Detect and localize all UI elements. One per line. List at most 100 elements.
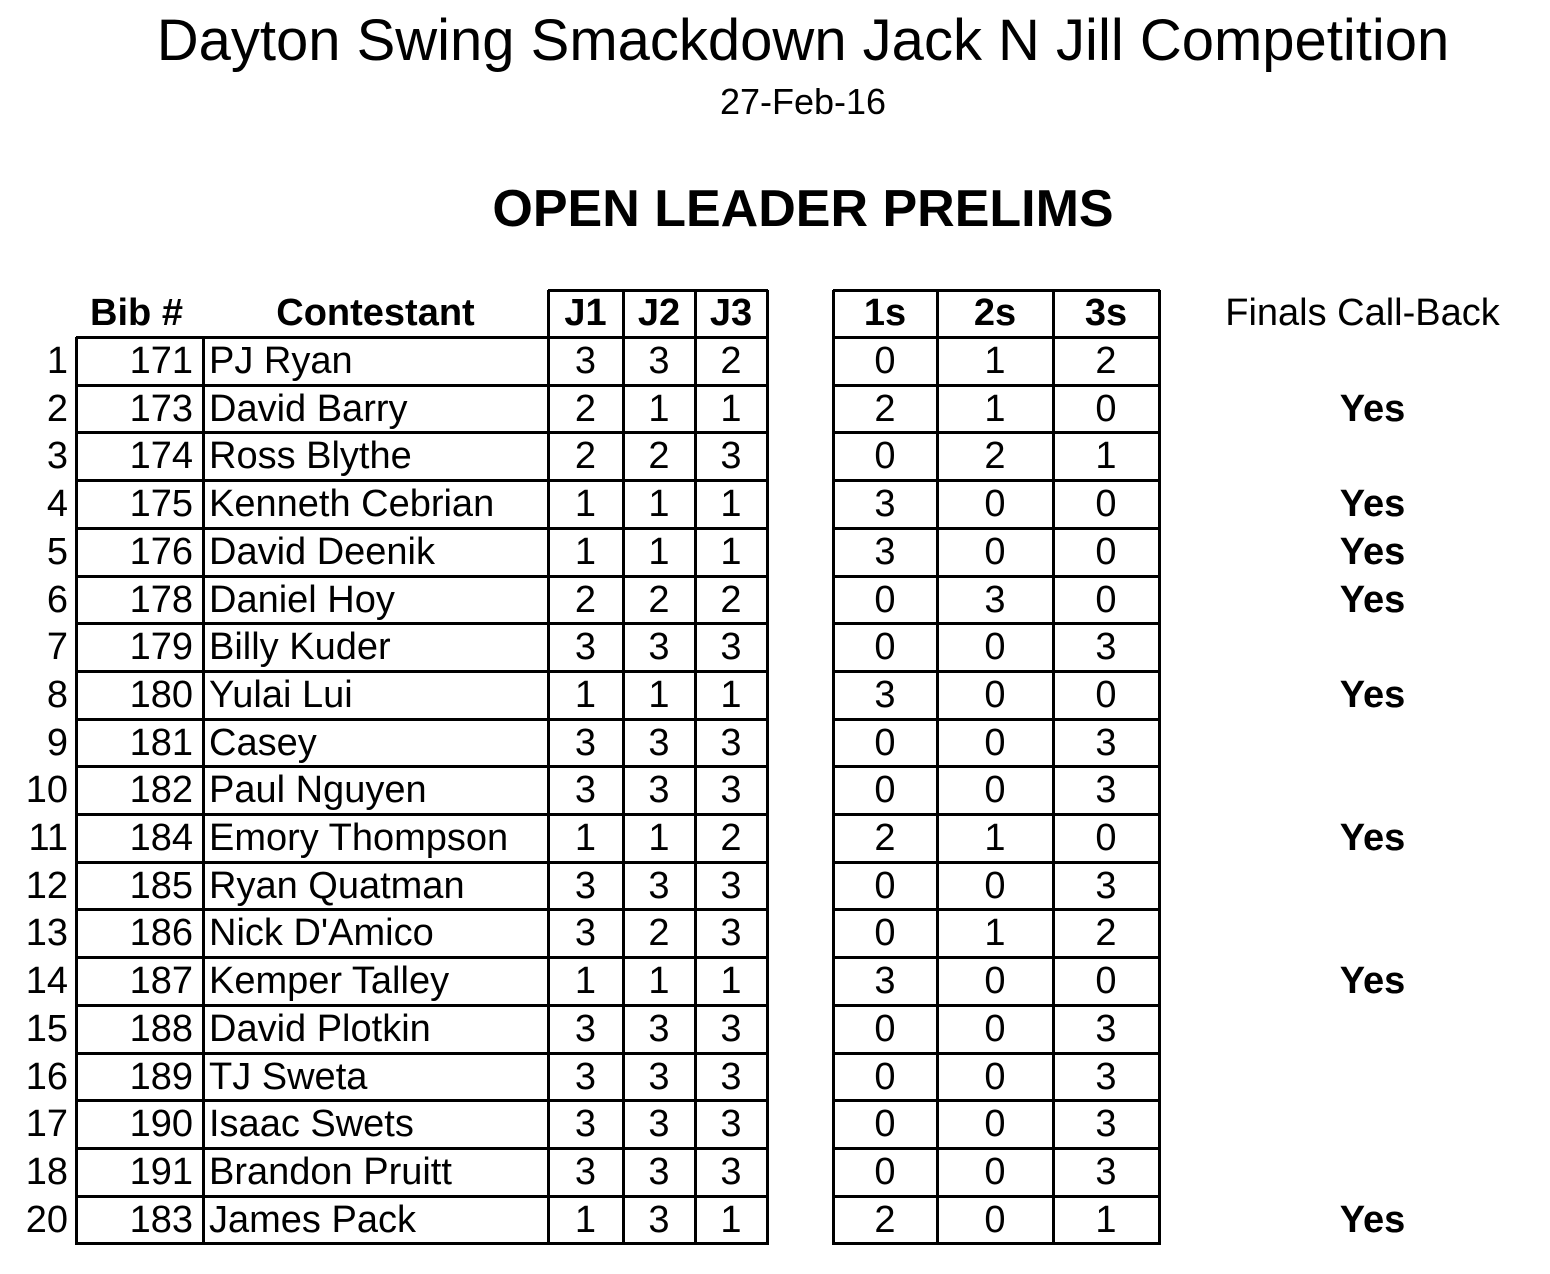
score-j2: 3 (648, 626, 670, 669)
score-j2: 1 (648, 960, 670, 1003)
grid-line (833, 956, 1160, 960)
score-j2: 3 (648, 1055, 670, 1098)
callback-status: Yes (1339, 673, 1406, 716)
bib-number: 174 (129, 435, 193, 478)
row-number: 11 (28, 817, 68, 859)
score-s1: 0 (874, 721, 896, 764)
callback-status: Yes (1339, 483, 1406, 526)
score-j2: 3 (648, 1150, 670, 1193)
score-s3: 3 (1095, 1103, 1117, 1146)
callback-status: Yes (1339, 578, 1406, 621)
grid-line (833, 1194, 1160, 1198)
grid-line (76, 431, 768, 435)
page-title: Dayton Swing Smackdown Jack N Jill Compe… (156, 8, 1450, 73)
score-j1: 1 (574, 1198, 597, 1241)
grid-line (833, 622, 1160, 626)
column-header-twos: 2s (973, 292, 1017, 334)
contestant-name: David Plotkin (209, 1007, 431, 1050)
score-s3: 0 (1095, 960, 1117, 1003)
score-s2: 1 (984, 340, 1006, 382)
bib-number: 182 (129, 769, 193, 812)
grid-line (75, 337, 78, 1246)
score-s3: 1 (1095, 1198, 1117, 1241)
score-j2: 3 (648, 1007, 670, 1050)
score-s1: 0 (874, 912, 896, 955)
row-number: 4 (46, 483, 68, 526)
score-s3: 2 (1095, 340, 1117, 382)
grid-line (833, 813, 1160, 816)
column-header-callback: Finals Call-Back (1225, 292, 1500, 334)
score-j3: 1 (720, 673, 742, 716)
section-title: OPEN LEADER PRELIMS (492, 180, 1114, 238)
contestant-name: Kemper Talley (209, 960, 450, 1003)
score-s2: 0 (984, 626, 1006, 669)
score-j1: 1 (574, 530, 597, 573)
score-j2: 3 (648, 721, 670, 764)
score-j1: 3 (574, 721, 597, 764)
score-j1: 3 (574, 1007, 597, 1050)
score-s2: 0 (984, 530, 1006, 573)
score-j2: 1 (648, 530, 670, 573)
score-s1: 0 (874, 864, 896, 907)
row-number: 12 (25, 864, 68, 907)
score-j3: 1 (720, 483, 742, 526)
score-j3: 3 (720, 1103, 742, 1146)
grid-line (76, 1146, 768, 1150)
score-j1: 3 (574, 626, 597, 669)
score-j3: 3 (720, 626, 742, 669)
score-s1: 0 (874, 435, 896, 478)
callback-status: Yes (1339, 1198, 1406, 1241)
contestant-name: Daniel Hoy (209, 578, 395, 621)
event-date: 27-Feb-16 (719, 81, 887, 122)
score-s2: 0 (984, 1150, 1006, 1193)
contestant-name: Ross Blythe (209, 435, 412, 478)
score-s1: 0 (874, 626, 896, 669)
score-s3: 3 (1095, 1007, 1117, 1050)
score-j2: 3 (648, 769, 670, 812)
score-s2: 0 (984, 864, 1006, 907)
bib-number: 186 (129, 912, 193, 955)
contestant-name: Nick D'Amico (209, 912, 434, 955)
score-s2: 1 (984, 817, 1006, 859)
grid-line (833, 717, 1160, 721)
contestant-name: Yulai Lui (209, 673, 353, 716)
score-j1: 3 (574, 769, 597, 812)
score-s1: 3 (874, 483, 896, 526)
row-number: 16 (25, 1055, 68, 1098)
grid-line (833, 1003, 1160, 1007)
score-s1: 2 (874, 1198, 896, 1241)
score-s3: 1 (1095, 435, 1117, 478)
contestant-name: David Deenik (209, 530, 435, 573)
row-number: 8 (46, 673, 68, 716)
bib-number: 180 (129, 673, 193, 716)
score-j2: 3 (648, 1103, 670, 1146)
score-s2: 0 (984, 1007, 1006, 1050)
row-number: 17 (25, 1103, 68, 1146)
score-j1: 3 (574, 1103, 597, 1146)
grid-line (76, 1003, 768, 1007)
score-s1: 0 (874, 1150, 896, 1193)
bib-number: 187 (129, 960, 193, 1003)
callback-status: Yes (1339, 817, 1406, 859)
row-number: 15 (25, 1007, 68, 1050)
row-number: 1 (46, 340, 68, 382)
grid-line (833, 574, 1160, 578)
grid-line (833, 479, 1160, 483)
contestant-name: Brandon Pruitt (209, 1150, 452, 1193)
bib-number: 185 (129, 864, 193, 907)
row-number: 20 (25, 1198, 68, 1241)
grid-line (548, 289, 768, 292)
grid-line (76, 526, 768, 530)
score-s3: 0 (1095, 387, 1117, 430)
score-s3: 0 (1095, 578, 1117, 621)
score-j3: 1 (720, 387, 742, 430)
score-j2: 3 (648, 1198, 670, 1241)
score-j3: 1 (720, 530, 742, 573)
grid-line (76, 860, 768, 864)
score-j1: 1 (574, 483, 597, 526)
column-header-j3: J3 (709, 292, 753, 334)
bib-number: 184 (129, 817, 193, 859)
grid-line (833, 1051, 1160, 1055)
grid-line (833, 431, 1160, 435)
grid-line (833, 336, 1160, 339)
